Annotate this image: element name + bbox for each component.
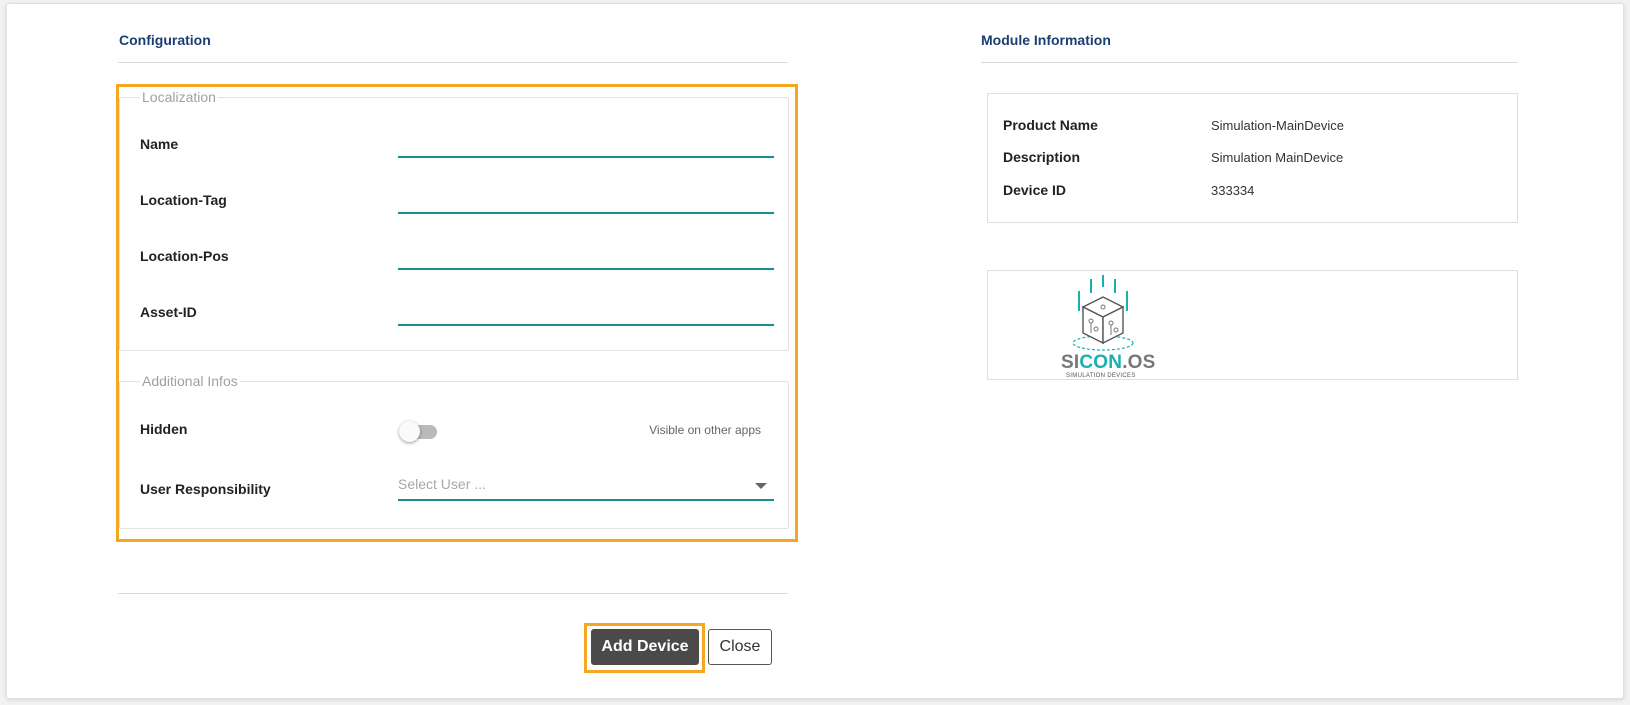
logo-text-b: CON [1079,352,1123,373]
name-input[interactable] [398,134,774,158]
location-tag-label: Location-Tag [140,192,227,208]
product-name-value: Simulation-MainDevice [1211,118,1344,133]
configuration-title: Configuration [119,32,211,48]
add-device-button[interactable]: Add Device [591,629,699,665]
additional-infos-legend: Additional Infos [142,373,238,389]
device-id-key: Device ID [1003,182,1067,198]
module-info-card: Product Name Simulation-MainDevice Descr… [987,93,1518,223]
additional-infos-group: Additional Infos [119,373,789,529]
user-responsibility-label: User Responsibility [140,481,271,497]
location-pos-input[interactable] [398,246,774,270]
device-id-value: 333334 [1211,183,1255,198]
hidden-toggle-thumb [399,421,420,442]
module-information-title: Module Information [981,32,1111,48]
user-select-placeholder: Select User ... [398,476,486,492]
logo-text-a: SI [1061,352,1080,373]
actions-divider [118,593,788,594]
location-pos-label: Location-Pos [140,248,229,264]
user-responsibility-select[interactable]: Select User ... [398,473,774,501]
description-key: Description [1003,149,1081,165]
logo-subtitle: SIMULATION DEVICES [1066,373,1136,379]
localization-legend: Localization [142,89,216,105]
location-tag-input[interactable] [398,190,774,214]
logo-text-c: .OS [1122,352,1156,373]
hidden-label: Hidden [140,421,188,437]
description-value: Simulation MainDevice [1211,150,1344,165]
name-label: Name [140,136,179,152]
configuration-divider [118,62,788,63]
close-button[interactable]: Close [708,629,772,665]
add-device-dialog: Configuration Localization Name Location… [6,3,1624,699]
module-logo-panel: SICON.OS SIMULATION DEVICES [987,270,1518,380]
hidden-caption: Visible on other apps [649,423,761,437]
chevron-down-icon [755,483,767,489]
sicon-cube-icon [1072,275,1134,351]
module-information-divider [981,62,1518,63]
product-name-key: Product Name [1003,117,1098,133]
asset-id-input[interactable] [398,302,774,326]
asset-id-label: Asset-ID [140,304,197,320]
sicon-logo-wordmark: SICON.OS [1061,352,1156,374]
hidden-toggle[interactable] [399,421,437,442]
